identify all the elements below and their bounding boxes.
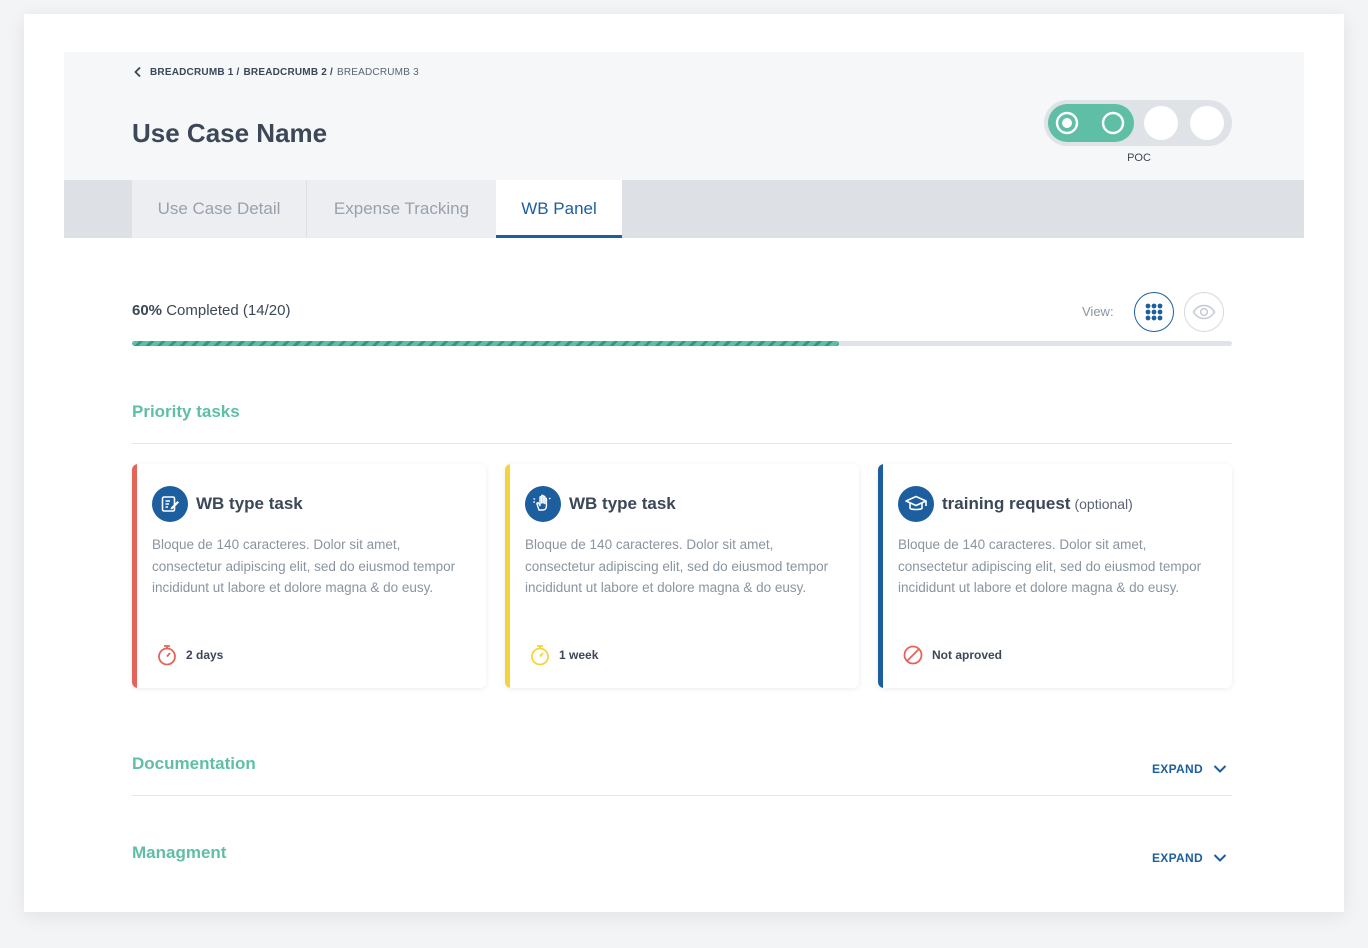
stage-step-3[interactable]: [1144, 106, 1178, 140]
section-divider: [132, 443, 1232, 444]
tab-bar: Use Case Detail Expense Tracking WB Pane…: [64, 180, 1304, 238]
stage-label: POC: [1127, 152, 1151, 164]
section-title-management: Managment: [132, 843, 227, 862]
chevron-left-icon[interactable]: [132, 66, 144, 78]
card-title-text: WB type task: [196, 494, 303, 513]
progress-label: 60% Completed (14/20): [132, 302, 290, 319]
card-title-text: training request: [942, 494, 1071, 513]
progress-bar-fill: [132, 341, 840, 346]
grid-icon: [1145, 303, 1163, 321]
card-title: WB type task: [569, 494, 676, 514]
card-accent-stripe: [132, 464, 137, 688]
task-card-2[interactable]: WB type task Bloque de 140 caracteres. D…: [505, 464, 859, 688]
edit-icon: [161, 496, 179, 512]
stage-step-1[interactable]: [1050, 106, 1084, 140]
card-meta: Not aproved: [902, 644, 1002, 666]
card-meta: 1 week: [529, 644, 598, 666]
card-icon-wrapper: [152, 486, 188, 522]
preview-view-button[interactable]: [1184, 292, 1224, 332]
view-label: View:: [1082, 304, 1114, 319]
expand-label: EXPAND: [1152, 851, 1203, 865]
stage-step-4[interactable]: [1190, 106, 1224, 140]
chevron-down-icon: [1213, 765, 1227, 773]
card-meta-text: 1 week: [559, 648, 599, 662]
eye-icon: [1192, 304, 1216, 320]
stage-stepper[interactable]: [1044, 100, 1232, 146]
radio-checked-icon: [1055, 111, 1079, 135]
progress-bar: [132, 341, 1232, 346]
hand-icon: [533, 494, 551, 511]
card-title: WB type task: [196, 494, 303, 514]
chevron-down-icon: [1213, 854, 1227, 862]
page-title: Use Case Name: [132, 118, 328, 148]
stage-step-2[interactable]: [1096, 106, 1130, 140]
graduation-cap-icon: [905, 495, 927, 511]
progress-text: Completed (14/20): [166, 302, 291, 319]
radio-empty-icon: [1101, 111, 1125, 135]
tab-use-case-detail[interactable]: Use Case Detail: [132, 180, 306, 238]
card-description: Bloque de 140 caracteres. Dolor sit amet…: [898, 537, 1202, 595]
breadcrumb-item-2[interactable]: BREADCRUMB 2 /: [243, 67, 332, 78]
page-header: BREADCRUMB 1 / BREADCRUMB 2 / BREADCRUMB…: [64, 52, 1304, 180]
card-accent-stripe: [505, 464, 510, 688]
card-title-text: WB type task: [569, 494, 676, 513]
grid-view-button[interactable]: [1134, 292, 1174, 332]
tab-wb-panel[interactable]: WB Panel: [496, 180, 622, 238]
card-description: Bloque de 140 caracteres. Dolor sit amet…: [525, 537, 829, 595]
expand-label: EXPAND: [1152, 762, 1203, 776]
card-icon-wrapper: [525, 486, 561, 522]
card-meta-text: Not aproved: [932, 648, 1003, 662]
section-title-priority-tasks: Priority tasks: [132, 402, 240, 421]
card-description: Bloque de 140 caracteres. Dolor sit amet…: [152, 537, 456, 595]
task-card-1[interactable]: WB type task Bloque de 140 caracteres. D…: [132, 464, 486, 688]
expand-documentation-button[interactable]: EXPAND: [1152, 762, 1227, 776]
task-card-3[interactable]: training request (optional) Bloque de 140…: [878, 464, 1232, 688]
progress-percent: 60%: [132, 302, 163, 319]
card-icon-wrapper: [898, 486, 934, 522]
card-title-optional: (optional): [1074, 496, 1133, 512]
expand-management-button[interactable]: EXPAND: [1152, 851, 1227, 865]
app-frame: BREADCRUMB 1 / BREADCRUMB 2 / BREADCRUMB…: [24, 14, 1344, 912]
stopwatch-icon: [158, 645, 176, 666]
card-title: training request (optional): [942, 494, 1133, 514]
forbidden-icon: [903, 645, 923, 665]
card-meta: 2 days: [156, 644, 223, 666]
section-divider: [132, 795, 1232, 796]
breadcrumb: BREADCRUMB 1 / BREADCRUMB 2 / BREADCRUMB…: [132, 66, 423, 78]
stopwatch-icon: [531, 645, 549, 666]
section-title-documentation: Documentation: [132, 754, 256, 773]
breadcrumb-item-3: BREADCRUMB 3: [336, 66, 419, 78]
card-accent-stripe: [878, 464, 883, 688]
tab-expense-tracking[interactable]: Expense Tracking: [306, 180, 496, 238]
breadcrumb-item-1[interactable]: BREADCRUMB 1 /: [150, 67, 239, 78]
card-meta-text: 2 days: [186, 648, 224, 662]
